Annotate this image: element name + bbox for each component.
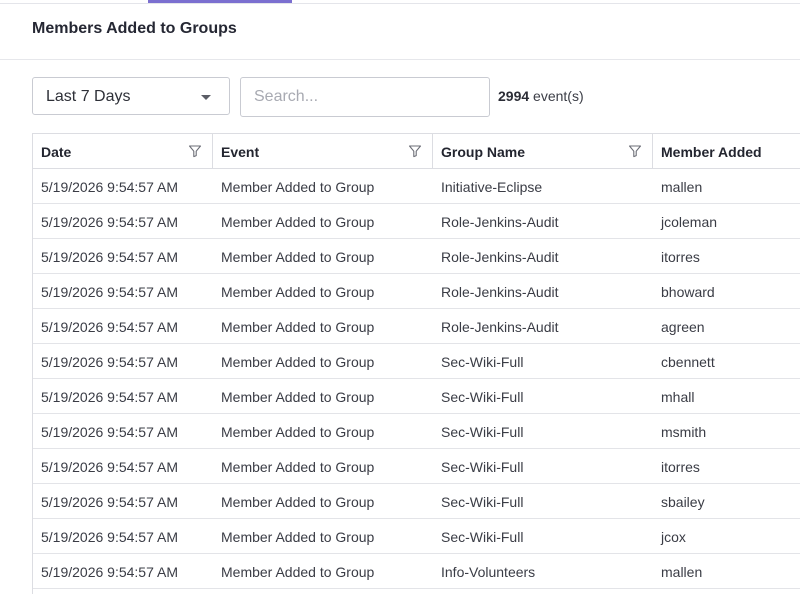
cell-event: Member Added to Group: [221, 179, 375, 195]
cell-event: Member Added to Group: [221, 319, 375, 335]
top-border: [0, 3, 800, 4]
cell-event: Member Added to Group: [221, 249, 375, 265]
cell-group-name: Role-Jenkins-Audit: [441, 249, 559, 265]
table-row[interactable]: 5/19/2026 9:54:57 AM Member Added to Grou…: [33, 484, 800, 519]
column-label: Member Added: [661, 144, 762, 160]
cell-date: 5/19/2026 9:54:57 AM: [41, 494, 178, 510]
cell-group-name: Sec-Wiki-Full: [441, 494, 524, 510]
cell-date: 5/19/2026 9:54:57 AM: [41, 564, 178, 580]
table-row[interactable]: 5/19/2026 9:54:57 AM Member Added to Grou…: [33, 309, 800, 344]
cell-group-name: Role-Jenkins-Audit: [441, 284, 559, 300]
cell-group-name: Info-Volunteers: [441, 564, 536, 580]
cell-date: 5/19/2026 9:54:57 AM: [41, 319, 178, 335]
cell-event: Member Added to Group: [221, 424, 375, 440]
cell-member-added: sbailey: [661, 494, 705, 510]
cell-event: Member Added to Group: [221, 354, 375, 370]
cell-date: 5/19/2026 9:54:57 AM: [41, 284, 178, 300]
cell-group-name: Sec-Wiki-Full: [441, 354, 524, 370]
filter-icon[interactable]: [188, 144, 202, 158]
column-label: Group Name: [441, 144, 526, 160]
cell-event: Member Added to Group: [221, 389, 375, 405]
filter-icon[interactable]: [408, 144, 422, 158]
cell-member-added: agreen: [661, 319, 705, 335]
table-row[interactable]: 5/19/2026 9:54:57 AM Member Added to Grou…: [33, 414, 800, 449]
cell-date: 5/19/2026 9:54:57 AM: [41, 214, 178, 230]
event-count-suffix: event(s): [529, 88, 584, 104]
cell-member-added: jcox: [661, 529, 686, 545]
cell-date: 5/19/2026 9:54:57 AM: [41, 179, 178, 195]
column-header-group-name[interactable]: Group Name: [433, 134, 653, 168]
cell-date: 5/19/2026 9:54:57 AM: [41, 249, 178, 265]
table-row[interactable]: 5/19/2026 9:54:57 AM Member Added to Grou…: [33, 554, 800, 589]
column-header-date[interactable]: Date: [33, 134, 213, 168]
cell-group-name: Sec-Wiki-Full: [441, 459, 524, 475]
column-header-event[interactable]: Event: [213, 134, 433, 168]
column-label: Event: [221, 144, 260, 160]
active-tab-indicator: [148, 0, 292, 3]
date-range-select[interactable]: Last 7 Days: [32, 77, 230, 115]
cell-event: Member Added to Group: [221, 214, 375, 230]
caret-down-icon: [201, 95, 211, 100]
cell-event: Member Added to Group: [221, 529, 375, 545]
table-row[interactable]: 5/19/2026 9:54:57 AM Member Added to Grou…: [33, 379, 800, 414]
cell-date: 5/19/2026 9:54:57 AM: [41, 459, 178, 475]
cell-date: 5/19/2026 9:54:57 AM: [41, 529, 178, 545]
cell-member-added: cbennett: [661, 354, 715, 370]
cell-group-name: Sec-Wiki-Full: [441, 424, 524, 440]
cell-date: 5/19/2026 9:54:57 AM: [41, 424, 178, 440]
table-header: Date Event Group Name Member Added: [33, 134, 800, 169]
event-count-number: 2994: [498, 88, 530, 104]
cell-member-added: itorres: [661, 249, 700, 265]
column-header-member-added[interactable]: Member Added: [653, 134, 800, 168]
filter-icon[interactable]: [628, 144, 642, 158]
table-row[interactable]: 5/19/2026 9:54:57 AM Member Added to Grou…: [33, 204, 800, 239]
table-row[interactable]: 5/19/2026 9:54:57 AM Member Added to Grou…: [33, 519, 800, 554]
table-row[interactable]: 5/19/2026 9:54:57 AM Member Added to Grou…: [33, 169, 800, 204]
table-row[interactable]: 5/19/2026 9:54:57 AM Member Added to Grou…: [33, 239, 800, 274]
cell-group-name: Initiative-Eclipse: [441, 179, 543, 195]
cell-group-name: Role-Jenkins-Audit: [441, 214, 559, 230]
cell-event: Member Added to Group: [221, 564, 375, 580]
table-row[interactable]: 5/19/2026 9:54:57 AM Member Added to Grou…: [33, 449, 800, 484]
cell-group-name: Role-Jenkins-Audit: [441, 319, 559, 335]
table-row[interactable]: 5/19/2026 9:54:57 AM Member Added to Grou…: [33, 344, 800, 379]
cell-date: 5/19/2026 9:54:57 AM: [41, 389, 178, 405]
cell-member-added: msmith: [661, 424, 707, 440]
cell-member-added: mallen: [661, 564, 703, 580]
event-count: 2994 event(s): [498, 88, 584, 104]
cell-event: Member Added to Group: [221, 494, 375, 510]
cell-event: Member Added to Group: [221, 459, 375, 475]
cell-group-name: Sec-Wiki-Full: [441, 529, 524, 545]
cell-member-added: mallen: [661, 179, 703, 195]
cell-date: 5/19/2026 9:54:57 AM: [41, 354, 178, 370]
events-table: Date Event Group Name Member Added 5/19/…: [32, 133, 800, 594]
date-range-value: Last 7 Days: [46, 88, 131, 105]
divider: [0, 59, 800, 60]
cell-member-added: itorres: [661, 459, 700, 475]
search-input[interactable]: [240, 77, 490, 117]
cell-event: Member Added to Group: [221, 284, 375, 300]
cell-member-added: mhall: [661, 389, 695, 405]
page-title: Members Added to Groups: [32, 20, 237, 37]
table-row[interactable]: 5/19/2026 9:54:57 AM Member Added to Grou…: [33, 274, 800, 309]
cell-member-added: jcoleman: [661, 214, 718, 230]
cell-group-name: Sec-Wiki-Full: [441, 389, 524, 405]
column-label: Date: [41, 144, 72, 160]
cell-member-added: bhoward: [661, 284, 715, 300]
